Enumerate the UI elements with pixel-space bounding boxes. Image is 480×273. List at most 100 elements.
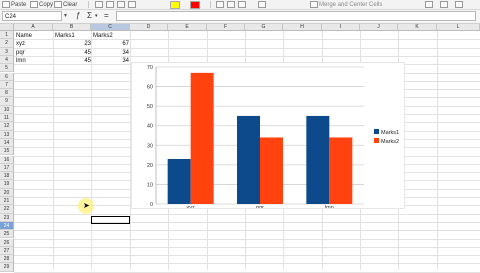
sum-dropdown-icon[interactable]: ▾ bbox=[95, 11, 98, 21]
row-header-21[interactable]: 21 bbox=[0, 197, 14, 206]
percent-button[interactable] bbox=[440, 1, 449, 8]
x-tick-label: xyz bbox=[187, 205, 196, 208]
copy-button[interactable]: Copy bbox=[30, 1, 53, 8]
bar-marks1-lmn bbox=[306, 115, 330, 204]
cell-a1[interactable]: Name bbox=[16, 32, 32, 40]
column-header-j[interactable]: J bbox=[360, 24, 398, 31]
row-header-4[interactable]: 4 bbox=[0, 55, 14, 65]
row-header-19[interactable]: 19 bbox=[0, 180, 14, 189]
cell-b3[interactable]: 45 bbox=[53, 49, 91, 57]
row-header-9[interactable]: 9 bbox=[0, 97, 14, 106]
merge-center-button[interactable]: Merge and Center Cells bbox=[310, 1, 382, 8]
bar-marks2-pqr bbox=[260, 137, 283, 204]
column-header-g[interactable]: G bbox=[245, 24, 283, 31]
name-box[interactable]: C24 bbox=[2, 11, 62, 21]
bold-button[interactable] bbox=[95, 1, 104, 8]
column-gridline bbox=[53, 31, 54, 270]
select-all-corner[interactable] bbox=[0, 24, 14, 31]
row-header-2[interactable]: 2 bbox=[0, 39, 14, 48]
cell-a2[interactable]: xyz bbox=[16, 40, 25, 48]
row-header-10[interactable]: 10 bbox=[0, 105, 14, 114]
sum-button[interactable]: Σ bbox=[87, 11, 92, 21]
row-header-26[interactable]: 26 bbox=[0, 238, 14, 247]
bar-chart[interactable]: 0 10 20 30 40 50 60 70 xyz pqr lmn Marks1 Marks2 bbox=[131, 62, 405, 211]
fill-color-button[interactable] bbox=[170, 1, 180, 9]
merge-icon bbox=[310, 1, 318, 8]
cell-a3[interactable]: pqr bbox=[16, 49, 25, 57]
active-cell-c24[interactable] bbox=[91, 216, 130, 224]
row-header-18[interactable]: 18 bbox=[0, 172, 14, 181]
y-tick-label: 70 bbox=[147, 65, 153, 71]
cell-b4[interactable]: 45 bbox=[53, 57, 91, 65]
row-header-23[interactable]: 23 bbox=[0, 213, 14, 222]
spreadsheet-grid[interactable]: ABCDEFGHIJKL 1 2 3 4 5 6 7 8 9 10 11 12 13 14 15 16 17 18… bbox=[0, 24, 480, 273]
clear-button[interactable]: Clear bbox=[54, 1, 77, 8]
column-header-f[interactable]: F bbox=[207, 24, 245, 31]
wrap-text-button[interactable] bbox=[258, 1, 267, 8]
percent-icon bbox=[440, 1, 448, 8]
formula-equals-button[interactable]: = bbox=[104, 11, 109, 21]
chevron-down-icon[interactable]: ▾ bbox=[64, 12, 67, 19]
row-header-20[interactable]: 20 bbox=[0, 188, 14, 197]
cell-a4[interactable]: lmn bbox=[16, 57, 26, 65]
italic-button[interactable] bbox=[106, 1, 115, 8]
wrap-icon bbox=[258, 1, 266, 8]
row-header-22[interactable]: 22 bbox=[0, 205, 14, 214]
row-gridline bbox=[14, 238, 480, 240]
formula-input[interactable] bbox=[116, 11, 476, 21]
y-tick-label: 30 bbox=[147, 143, 153, 149]
cell-c4[interactable]: 34 bbox=[91, 57, 129, 65]
column-gridline bbox=[91, 31, 92, 270]
column-header-k[interactable]: K bbox=[398, 24, 437, 31]
bold-icon bbox=[95, 1, 103, 8]
clipboard-icon bbox=[2, 1, 10, 8]
font-color-button[interactable] bbox=[190, 1, 200, 9]
row-header-6[interactable]: 6 bbox=[0, 72, 14, 81]
row-header-27[interactable]: 27 bbox=[0, 246, 14, 256]
align-center-button[interactable] bbox=[227, 1, 236, 8]
row-header-17[interactable]: 17 bbox=[0, 163, 14, 173]
align-left-button[interactable] bbox=[216, 1, 225, 8]
row-header-5[interactable]: 5 bbox=[0, 64, 14, 73]
paste-button[interactable]: Paste bbox=[2, 1, 26, 8]
row-header-15[interactable]: 15 bbox=[0, 147, 14, 156]
align-right-button[interactable] bbox=[238, 1, 247, 8]
column-header-d[interactable]: D bbox=[130, 24, 168, 31]
align-left-icon bbox=[216, 1, 224, 8]
cell-c1[interactable]: Marks2 bbox=[93, 32, 113, 40]
row-header-29[interactable]: 29 bbox=[0, 263, 14, 272]
cell-c2[interactable]: 67 bbox=[91, 40, 129, 48]
row-header-25[interactable]: 25 bbox=[0, 230, 14, 239]
row-header-1[interactable]: 1 bbox=[0, 31, 14, 40]
cell-b2[interactable]: 23 bbox=[53, 40, 91, 48]
cell-b1[interactable]: Marks1 bbox=[55, 32, 75, 40]
row-header-7[interactable]: 7 bbox=[0, 80, 14, 90]
border-button[interactable] bbox=[128, 1, 137, 8]
column-header-e[interactable]: E bbox=[168, 24, 207, 31]
row-header-13[interactable]: 13 bbox=[0, 130, 14, 139]
y-tick-label: 60 bbox=[147, 85, 153, 91]
row-header-11[interactable]: 11 bbox=[0, 114, 14, 123]
column-header-h[interactable]: H bbox=[283, 24, 322, 31]
bar-marks2-lmn bbox=[329, 137, 353, 204]
copy-icon bbox=[30, 1, 38, 8]
row-header-14[interactable]: 14 bbox=[0, 138, 14, 148]
currency-button[interactable] bbox=[425, 1, 434, 8]
column-gridline bbox=[437, 31, 438, 270]
row-header-16[interactable]: 16 bbox=[0, 155, 14, 164]
column-header-l[interactable]: L bbox=[437, 24, 480, 31]
column-header-b[interactable]: B bbox=[53, 24, 91, 31]
row-header-8[interactable]: 8 bbox=[0, 89, 14, 98]
column-header-i[interactable]: I bbox=[322, 24, 360, 31]
row-header-28[interactable]: 28 bbox=[0, 255, 14, 264]
decimal-button[interactable] bbox=[455, 1, 464, 8]
column-header-a[interactable]: A bbox=[14, 24, 53, 31]
row-header-3[interactable]: 3 bbox=[0, 47, 14, 56]
column-header-c[interactable]: C bbox=[91, 24, 130, 31]
legend-swatch-marks2 bbox=[374, 138, 379, 143]
underline-button[interactable] bbox=[117, 1, 126, 8]
row-header-24[interactable]: 24 bbox=[0, 221, 14, 231]
row-header-12[interactable]: 12 bbox=[0, 122, 14, 131]
function-wizard-button[interactable]: ƒ bbox=[76, 11, 80, 21]
cell-c3[interactable]: 34 bbox=[91, 49, 129, 57]
